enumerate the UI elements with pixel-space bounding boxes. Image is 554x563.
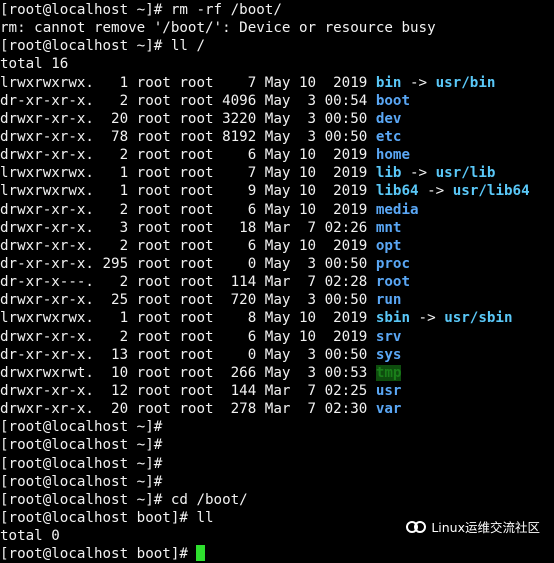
watermark: Linux运维交流社区 bbox=[405, 517, 540, 536]
entry-attributes: drwxrwxrwt. 10 root root 266 May 3 00:53 bbox=[0, 364, 376, 381]
entry-name: sys bbox=[375, 346, 402, 363]
listing-row: dr-xr-xr-x. 2 root root 4096 May 3 00:54… bbox=[0, 92, 554, 110]
entry-attributes: lrwxrwxrwx. 1 root root 8 May 10 2019 bbox=[0, 310, 376, 327]
listing-row: drwxr-xr-x. 25 root root 720 May 3 00:50… bbox=[0, 291, 554, 309]
listing-row: drwxr-xr-x. 2 root root 6 May 10 2019 me… bbox=[0, 201, 554, 219]
terminal-line: rm: cannot remove '/boot/': Device or re… bbox=[0, 20, 436, 37]
listing-row: drwxr-xr-x. 20 root root 278 Mar 7 02:30… bbox=[0, 400, 554, 418]
entry-name: boot bbox=[375, 92, 411, 109]
entry-name: etc bbox=[375, 128, 402, 145]
entry-name: run bbox=[375, 292, 402, 309]
entry-name: root bbox=[375, 274, 411, 291]
listing-row: drwxr-xr-x. 20 root root 3220 May 3 00:5… bbox=[0, 110, 554, 128]
entry-name: lib64 bbox=[375, 183, 419, 200]
entry-name: sbin bbox=[375, 310, 411, 327]
listing-row: dr-xr-xr-x. 13 root root 0 May 3 00:50 s… bbox=[0, 346, 554, 364]
entry-name: bin bbox=[375, 74, 402, 91]
listing-row: drwxr-xr-x. 2 root root 6 May 10 2019 ho… bbox=[0, 146, 554, 164]
symlink-target: usr/sbin bbox=[444, 310, 513, 327]
directory-listing: lrwxrwxrwx. 1 root root 7 May 10 2019 bi… bbox=[0, 74, 554, 419]
entry-name: home bbox=[375, 147, 411, 164]
listing-row: lrwxrwxrwx. 1 root root 9 May 10 2019 li… bbox=[0, 182, 554, 200]
command-history-top: [root@localhost ~]# rm -rf /boot/rm: can… bbox=[0, 1, 554, 74]
symlink-target: usr/bin bbox=[435, 74, 496, 91]
active-prompt-line[interactable]: [root@localhost boot]# bbox=[0, 545, 554, 563]
entry-attributes: dr-xr-xr-x. 295 root root 0 May 3 00:50 bbox=[0, 255, 376, 272]
listing-row: drwxr-xr-x. 12 root root 144 Mar 7 02:25… bbox=[0, 382, 554, 400]
symlink-arrow: -> bbox=[410, 310, 445, 327]
symlink-arrow: -> bbox=[418, 183, 453, 200]
entry-attributes: drwxr-xr-x. 2 root root 6 May 10 2019 bbox=[0, 328, 376, 345]
entry-name: media bbox=[375, 201, 419, 218]
terminal-line: [root@localhost ~]# ll / bbox=[0, 38, 205, 55]
prompt-text: [root@localhost boot]# bbox=[0, 546, 197, 563]
entry-attributes: dr-xr-x---. 2 root root 114 Mar 7 02:28 bbox=[0, 274, 376, 291]
entry-attributes: drwxr-xr-x. 25 root root 720 May 3 00:50 bbox=[0, 292, 376, 309]
symlink-target: usr/lib64 bbox=[452, 183, 530, 200]
listing-row: drwxrwxrwt. 10 root root 266 May 3 00:53… bbox=[0, 364, 554, 382]
terminal-line: [root@localhost ~]# bbox=[0, 473, 163, 490]
text-cursor[interactable] bbox=[196, 545, 206, 562]
terminal-line: total 16 bbox=[0, 56, 69, 73]
symlink-target: usr/lib bbox=[435, 165, 496, 182]
listing-row: lrwxrwxrwx. 1 root root 8 May 10 2019 sb… bbox=[0, 309, 554, 327]
listing-row: dr-xr-xr-x. 295 root root 0 May 3 00:50 … bbox=[0, 255, 554, 273]
entry-name: tmp bbox=[375, 364, 402, 381]
entry-attributes: drwxr-xr-x. 78 root root 8192 May 3 00:5… bbox=[0, 128, 376, 145]
terminal-line: [root@localhost ~]# bbox=[0, 437, 163, 454]
listing-row: drwxr-xr-x. 3 root root 18 Mar 7 02:26 m… bbox=[0, 219, 554, 237]
entry-attributes: lrwxrwxrwx. 1 root root 9 May 10 2019 bbox=[0, 183, 376, 200]
listing-row: drwxr-xr-x. 2 root root 6 May 10 2019 sr… bbox=[0, 328, 554, 346]
symlink-arrow: -> bbox=[401, 165, 436, 182]
entry-attributes: drwxr-xr-x. 20 root root 3220 May 3 00:5… bbox=[0, 110, 376, 127]
watermark-text: Linux运维交流社区 bbox=[431, 520, 540, 535]
listing-row: lrwxrwxrwx. 1 root root 7 May 10 2019 li… bbox=[0, 164, 554, 182]
entry-attributes: dr-xr-xr-x. 13 root root 0 May 3 00:50 bbox=[0, 346, 376, 363]
entry-name: opt bbox=[375, 237, 402, 254]
terminal-line: [root@localhost ~]# bbox=[0, 419, 163, 436]
entry-attributes: lrwxrwxrwx. 1 root root 7 May 10 2019 bbox=[0, 165, 376, 182]
entry-name: usr bbox=[375, 382, 402, 399]
entry-name: mnt bbox=[375, 219, 402, 236]
entry-attributes: drwxr-xr-x. 2 root root 6 May 10 2019 bbox=[0, 147, 376, 164]
terminal-line: [root@localhost ~]# cd /boot/ bbox=[0, 491, 248, 508]
entry-name: var bbox=[375, 401, 402, 418]
entry-attributes: drwxr-xr-x. 2 root root 6 May 10 2019 bbox=[0, 237, 376, 254]
entry-name: dev bbox=[375, 110, 402, 127]
terminal-line: [root@localhost ~]# rm -rf /boot/ bbox=[0, 2, 282, 18]
entry-attributes: drwxr-xr-x. 2 root root 6 May 10 2019 bbox=[0, 201, 376, 218]
entry-attributes: drwxr-xr-x. 12 root root 144 Mar 7 02:25 bbox=[0, 382, 376, 399]
entry-attributes: drwxr-xr-x. 20 root root 278 Mar 7 02:30 bbox=[0, 401, 376, 418]
entry-attributes: dr-xr-xr-x. 2 root root 4096 May 3 00:54 bbox=[0, 92, 376, 109]
symlink-arrow: -> bbox=[401, 74, 436, 91]
wechat-channel-icon bbox=[405, 518, 427, 536]
listing-row: lrwxrwxrwx. 1 root root 7 May 10 2019 bi… bbox=[0, 74, 554, 92]
entry-attributes: drwxr-xr-x. 3 root root 18 Mar 7 02:26 bbox=[0, 219, 376, 236]
listing-row: drwxr-xr-x. 78 root root 8192 May 3 00:5… bbox=[0, 128, 554, 146]
entry-name: lib bbox=[375, 165, 402, 182]
listing-row: dr-xr-x---. 2 root root 114 Mar 7 02:28 … bbox=[0, 273, 554, 291]
terminal-line: [root@localhost ~]# bbox=[0, 455, 163, 472]
entry-name: proc bbox=[375, 255, 411, 272]
entry-attributes: lrwxrwxrwx. 1 root root 7 May 10 2019 bbox=[0, 74, 376, 91]
terminal-window[interactable]: [root@localhost ~]# rm -rf /boot/rm: can… bbox=[0, 0, 554, 562]
listing-row: drwxr-xr-x. 2 root root 6 May 10 2019 op… bbox=[0, 237, 554, 255]
entry-name: srv bbox=[375, 328, 402, 345]
